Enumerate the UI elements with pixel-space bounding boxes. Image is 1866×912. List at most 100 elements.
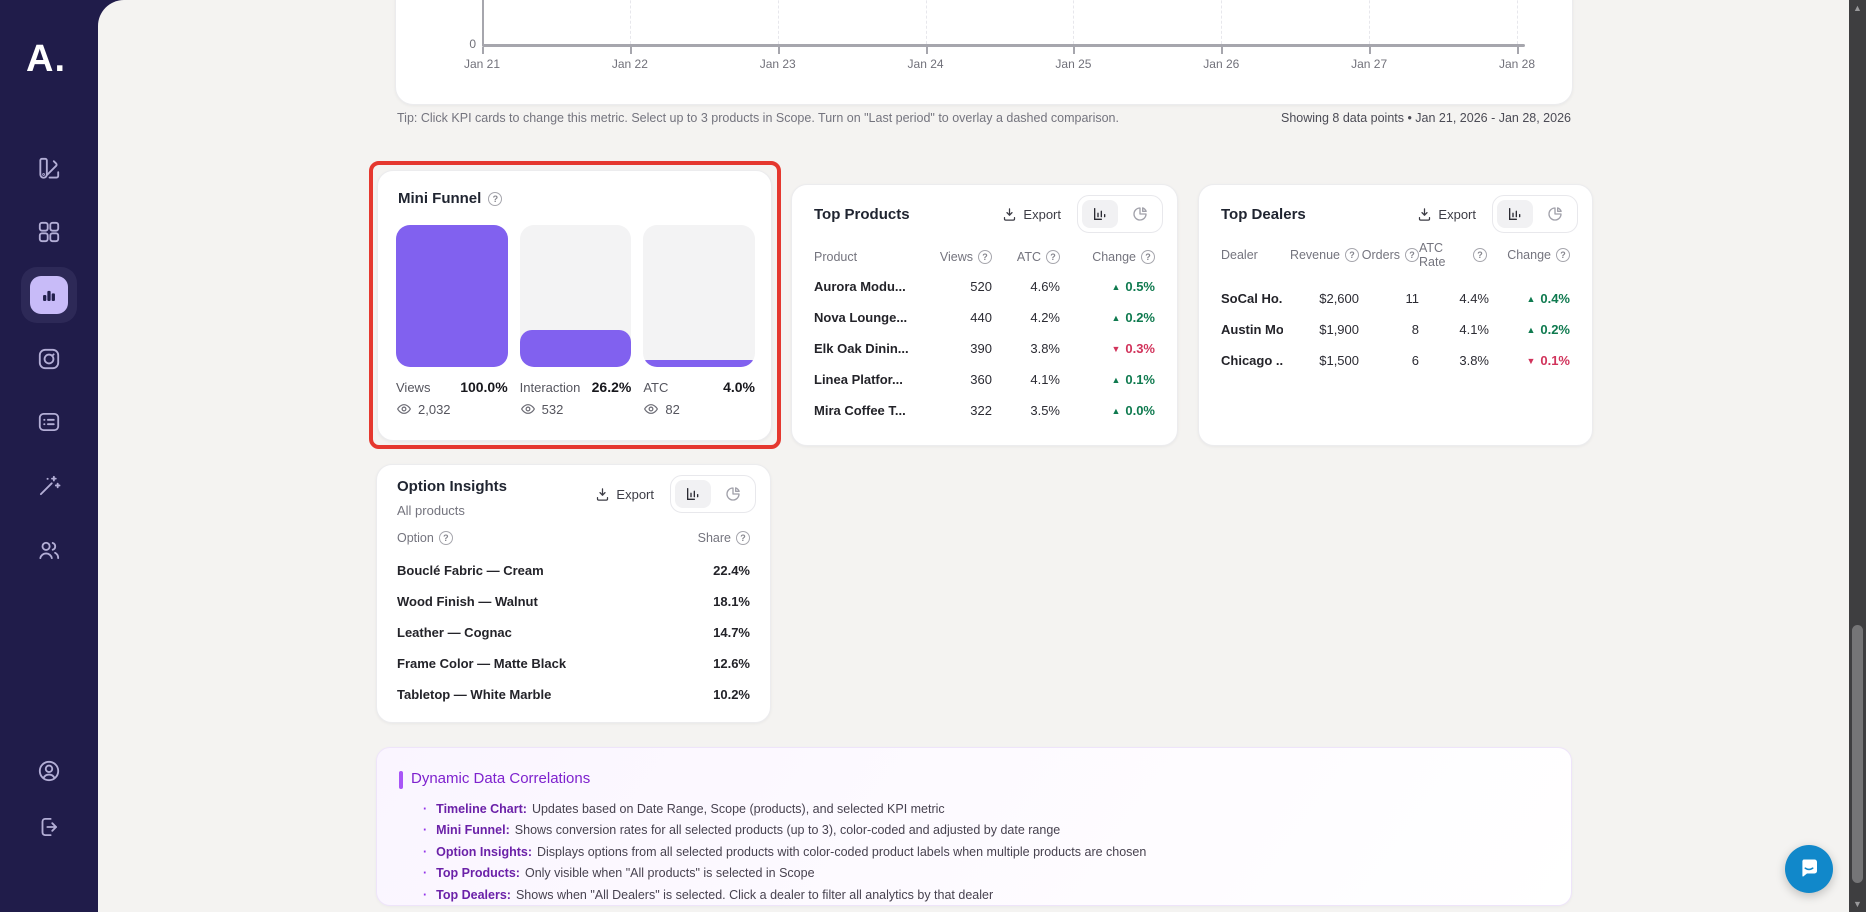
pie-view-button[interactable]	[1122, 200, 1158, 228]
col-header-change: Change	[1487, 248, 1570, 262]
funnel-fill	[520, 330, 632, 367]
magic-wand-icon	[36, 473, 62, 499]
bar-view-button[interactable]	[1082, 200, 1118, 228]
table-row[interactable]: Chicago ... $1,500 6 3.8% ▼0.1%	[1221, 345, 1570, 376]
funnel-stage-interaction[interactable]	[520, 225, 632, 367]
stage-rate: 100.0%	[460, 379, 507, 395]
help-icon[interactable]	[1141, 250, 1155, 264]
table-row[interactable]: Mira Coffee T... 322 3.5% ▲0.0%	[814, 395, 1155, 426]
change-arrow: ▼	[1111, 344, 1120, 354]
export-label: Export	[1438, 207, 1476, 222]
table-row[interactable]: Linea Platfor... 360 4.1% ▲0.1%	[814, 364, 1155, 395]
funnel-fill	[396, 225, 508, 367]
change-arrow: ▲	[1111, 406, 1120, 416]
export-label: Export	[1023, 207, 1061, 222]
sidebar-item-analytics[interactable]	[21, 267, 77, 323]
sidebar-item-users[interactable]	[36, 537, 62, 563]
sidebar-item-logout[interactable]	[36, 814, 62, 840]
scroll-down-arrow[interactable]: ▼	[1849, 899, 1866, 909]
bar-chart-icon	[1507, 206, 1523, 222]
sidebar-item-explore[interactable]	[36, 346, 62, 372]
eye-icon	[396, 401, 412, 417]
help-icon[interactable]	[488, 192, 502, 206]
table-row[interactable]: Nova Lounge... 440 4.2% ▲0.2%	[814, 302, 1155, 333]
help-icon[interactable]	[1556, 248, 1570, 262]
col-header-atc-rate: ATC Rate	[1419, 241, 1461, 270]
funnel-bars	[396, 225, 755, 367]
correlations-title: Dynamic Data Correlations	[411, 770, 590, 787]
stage-label: ATC	[643, 380, 668, 395]
gridline	[1369, 0, 1370, 44]
chart-type-toggle	[670, 475, 756, 513]
x-tick-label: Jan 25	[1033, 57, 1113, 71]
list-item[interactable]: Wood Finish — Walnut18.1%	[397, 586, 750, 617]
chat-bubble-icon	[1797, 856, 1821, 883]
correlation-bullet: Top Dealers:Shows when "All Dealers" is …	[423, 884, 1547, 906]
scroll-up-arrow[interactable]: ▲	[1849, 3, 1866, 13]
list-item[interactable]: Bouclé Fabric — Cream22.4%	[397, 555, 750, 586]
col-header-revenue: Revenue	[1283, 248, 1359, 262]
logout-icon	[36, 814, 62, 840]
bar-view-button[interactable]	[675, 480, 711, 508]
export-button[interactable]: Export	[595, 487, 654, 502]
bar-chart-icon	[30, 276, 68, 314]
change-arrow: ▲	[1526, 294, 1535, 304]
change-arrow: ▲	[1526, 325, 1535, 335]
gridline	[926, 0, 927, 44]
help-icon[interactable]	[1345, 248, 1359, 262]
table-row[interactable]: Aurora Modu... 520 4.6% ▲0.5%	[814, 271, 1155, 302]
table-row[interactable]: SoCal Ho... $2,600 11 4.4% ▲0.4%	[1221, 283, 1570, 314]
help-icon[interactable]	[1046, 250, 1060, 264]
sidebar-item-apps[interactable]	[36, 219, 62, 245]
axis-tick	[630, 47, 632, 54]
list-item[interactable]: Leather — Cognac14.7%	[397, 617, 750, 648]
help-icon[interactable]	[736, 531, 750, 545]
change-arrow: ▲	[1111, 282, 1120, 292]
sidebar: A.	[0, 0, 98, 912]
sidebar-item-magic[interactable]	[36, 473, 62, 499]
chart-summary-text: Showing 8 data points • Jan 21, 2026 - J…	[1281, 111, 1571, 125]
table-row[interactable]: Elk Oak Dinin... 390 3.8% ▼0.3%	[814, 333, 1155, 364]
list-item[interactable]: Tabletop — White Marble10.2%	[397, 679, 750, 710]
eye-icon	[643, 401, 659, 417]
help-icon[interactable]	[1405, 248, 1419, 262]
swatches-icon	[36, 155, 62, 181]
chart-type-toggle	[1492, 195, 1578, 233]
help-icon[interactable]	[1473, 248, 1487, 262]
export-button[interactable]: Export	[1417, 207, 1476, 222]
option-insights-subtitle: All products	[397, 503, 465, 518]
mini-funnel-card: Mini Funnel Views100.0% 2,032 Interactio…	[377, 170, 772, 441]
gridline	[778, 0, 779, 44]
pie-chart-icon	[1132, 206, 1148, 222]
scrollbar-thumb[interactable]	[1852, 625, 1863, 883]
funnel-stage-views[interactable]	[396, 225, 508, 367]
list-item[interactable]: Frame Color — Matte Black12.6%	[397, 648, 750, 679]
stage-count: 532	[542, 402, 564, 417]
pie-view-button[interactable]	[715, 480, 751, 508]
pie-chart-icon	[1547, 206, 1563, 222]
sidebar-item-orders[interactable]	[36, 409, 62, 435]
col-header-views: Views	[932, 250, 992, 264]
col-header-dealer: Dealer	[1221, 248, 1283, 262]
funnel-stage-atc[interactable]	[643, 225, 755, 367]
stage-count: 2,032	[418, 402, 451, 417]
sidebar-item-account[interactable]	[36, 758, 62, 784]
bar-chart-icon	[685, 486, 701, 502]
help-icon[interactable]	[439, 531, 453, 545]
table-row[interactable]: Austin Mo... $1,900 8 4.1% ▲0.2%	[1221, 314, 1570, 345]
help-icon[interactable]	[978, 250, 992, 264]
sidebar-item-swatches[interactable]	[36, 155, 62, 181]
gridline	[1073, 0, 1074, 44]
top-dealers-card: Top Dealers Export Dealer Revenue Orders…	[1198, 184, 1593, 446]
funnel-stat-views: Views 100.0% 2,032	[396, 379, 508, 417]
export-button[interactable]: Export	[1002, 207, 1061, 222]
change-arrow: ▲	[1111, 375, 1120, 385]
stage-label: Views	[396, 380, 430, 395]
x-tick-label: Jan 27	[1329, 57, 1409, 71]
pie-view-button[interactable]	[1537, 200, 1573, 228]
order-list-icon	[36, 409, 62, 435]
apps-grid-icon	[36, 219, 62, 245]
bar-view-button[interactable]	[1497, 200, 1533, 228]
chart-tip-text: Tip: Click KPI cards to change this metr…	[397, 111, 1119, 125]
chat-launcher-button[interactable]	[1785, 845, 1833, 893]
